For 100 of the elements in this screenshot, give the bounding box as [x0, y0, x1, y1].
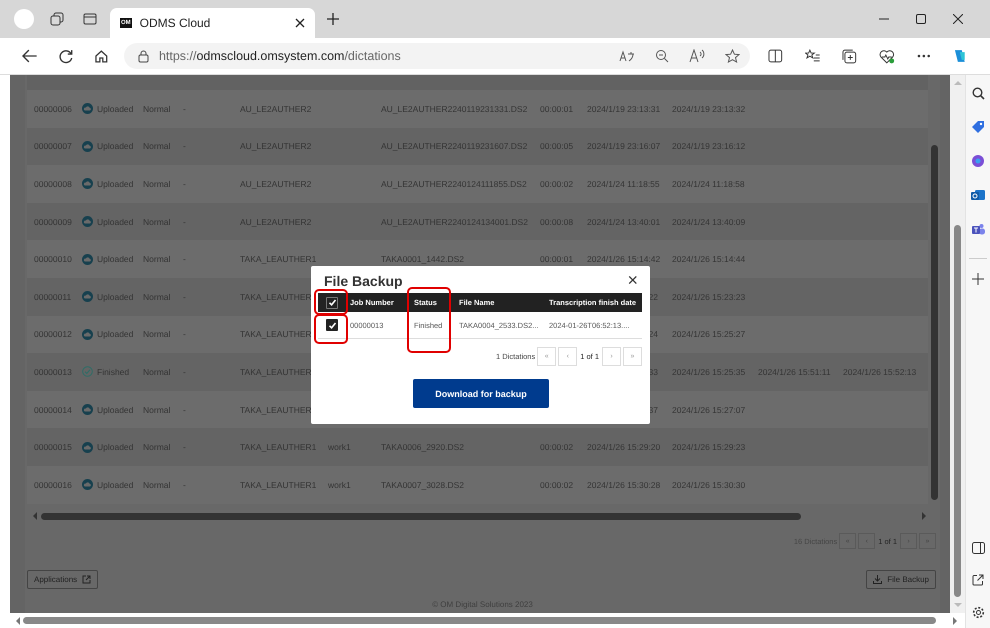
page-scrollbar[interactable] [950, 75, 965, 613]
table-cell: Normal [143, 404, 170, 415]
back-icon[interactable] [22, 49, 38, 63]
maximize-icon[interactable] [916, 14, 926, 24]
address-field[interactable]: https://odmscloud.omsystem.com/dictations [124, 43, 750, 69]
status-label: Uploaded [97, 254, 134, 264]
table-cell: TAKA_LEAUTHER [240, 404, 312, 415]
table-cell: 2024/1/26 15:30:28 [587, 480, 660, 490]
sidebar-icon[interactable] [972, 542, 984, 554]
table-cell: - [183, 292, 186, 302]
table-cell: Normal [143, 254, 170, 264]
table-cell: 00000014 [34, 404, 72, 415]
table-cell: 00000008 [34, 178, 72, 189]
refresh-icon[interactable] [58, 48, 74, 64]
table-cell: 00000012 [34, 329, 72, 340]
cloud-icon [82, 442, 93, 453]
table-cell: - [183, 104, 186, 114]
table-cell: - [183, 329, 186, 340]
table-cell: work1 [328, 480, 351, 490]
table-cell: TAKA0001_1442.DS2 [381, 254, 464, 264]
table-cell: 2024/1/26 15:14:44 [672, 254, 746, 264]
shapes-icon[interactable] [971, 154, 985, 168]
download-button[interactable]: Download for backup [413, 379, 549, 408]
cloud-icon [82, 254, 93, 265]
table-cell: 00:00:02 [540, 178, 574, 189]
table-cell: - [183, 178, 186, 189]
external-link-icon [82, 575, 92, 584]
table-cell: 2024/1/24 11:18:58 [672, 178, 745, 189]
collections-icon[interactable] [842, 48, 858, 64]
url-text: https://odmscloud.omsystem.com/dictations [158, 49, 401, 63]
download-icon [873, 575, 882, 584]
home-icon[interactable] [94, 48, 109, 64]
highlight-frame [314, 289, 348, 315]
table-cell: - [183, 366, 186, 377]
table-cell: Normal [143, 104, 170, 114]
settings-icon[interactable] [972, 606, 984, 619]
highlight-frame [314, 314, 348, 344]
new-tab-icon[interactable] [326, 12, 340, 26]
cloud-icon [82, 291, 93, 302]
cloud-icon [82, 479, 93, 490]
check-circle-icon [82, 366, 93, 378]
external-link-icon[interactable] [972, 574, 984, 586]
table-cell: - [183, 141, 186, 152]
table-cell: 00:00:02 [540, 480, 574, 490]
cloud-icon [82, 328, 93, 340]
row-checkbox[interactable] [326, 319, 338, 331]
table-cell: Normal [143, 329, 170, 340]
team-icon[interactable] [971, 222, 985, 236]
star-icon[interactable] [725, 49, 740, 63]
highlight-frame [407, 287, 451, 353]
favorites-icon[interactable] [804, 49, 820, 63]
table-cell: TAKA_LEAUTHER1 [240, 254, 316, 264]
cloud-icon [82, 140, 93, 152]
close-icon[interactable] [953, 14, 963, 24]
table-cell: 00000010 [34, 254, 72, 264]
table-cell: - [183, 216, 186, 227]
vertical-tabs-icon[interactable] [83, 12, 97, 26]
split-screen-icon[interactable] [768, 49, 783, 63]
heart-pulse-icon[interactable] [879, 48, 895, 64]
table-cell: - [183, 254, 186, 264]
table-cell: 2024/1/26 15:14:42 [587, 254, 660, 264]
table-cell: - [183, 442, 186, 452]
table-cell: 00000006 [34, 104, 72, 114]
zoom-out-icon[interactable] [655, 49, 670, 63]
table-cell: 00:00:01 [540, 254, 574, 264]
table-cell: TAKA0007_3028.DS2 [381, 480, 464, 490]
status-label: Uploaded [97, 329, 134, 340]
translate-icon[interactable] [619, 50, 636, 62]
applications-button[interactable]: Applications [27, 570, 98, 589]
table-cell: - [183, 480, 186, 490]
mail-icon[interactable] [971, 188, 985, 202]
close-button[interactable]: × [627, 270, 638, 288]
close-icon[interactable] [295, 18, 305, 28]
table-cell: 2024/1/19 23:13:32 [672, 104, 746, 114]
lock-icon [138, 50, 149, 62]
tag-icon[interactable] [971, 120, 985, 134]
table-cell: 2024/1/26 15:27:07 [672, 404, 746, 415]
more-icon[interactable] [916, 54, 930, 58]
tab-actions-icon[interactable] [50, 12, 64, 26]
select-all-checkbox[interactable] [326, 296, 338, 308]
table-cell: 2024/1/19 23:13:31 [587, 104, 660, 114]
search-icon[interactable] [972, 87, 984, 100]
add-icon[interactable] [972, 273, 984, 285]
cloud-icon [82, 216, 93, 228]
cloud-icon [82, 103, 93, 114]
cloud-icon [82, 178, 93, 190]
file-backup-button[interactable]: File Backup [866, 570, 936, 589]
table-cell: AU_LE2AUTHER2240124111855.DS2 [381, 178, 527, 189]
status-label: Uploaded [97, 104, 134, 114]
table-cell: - [183, 404, 186, 415]
table-cell: AU_LE2AUTHER2 [240, 178, 312, 189]
status-label: Uploaded [97, 178, 134, 189]
table-cell: AU_LE2AUTHER2 [240, 104, 312, 114]
read-aloud-icon[interactable] [689, 49, 706, 63]
table-cell: Normal [143, 480, 170, 490]
table-cell: TAKA_LEAUTHER [240, 329, 312, 340]
table-cell: 00000016 [34, 480, 72, 490]
table-cell: Normal [143, 178, 170, 189]
table-cell: AU_LE2AUTHER2240119231331.DS2 [381, 104, 528, 114]
dialog-title: File Backup [324, 273, 403, 289]
